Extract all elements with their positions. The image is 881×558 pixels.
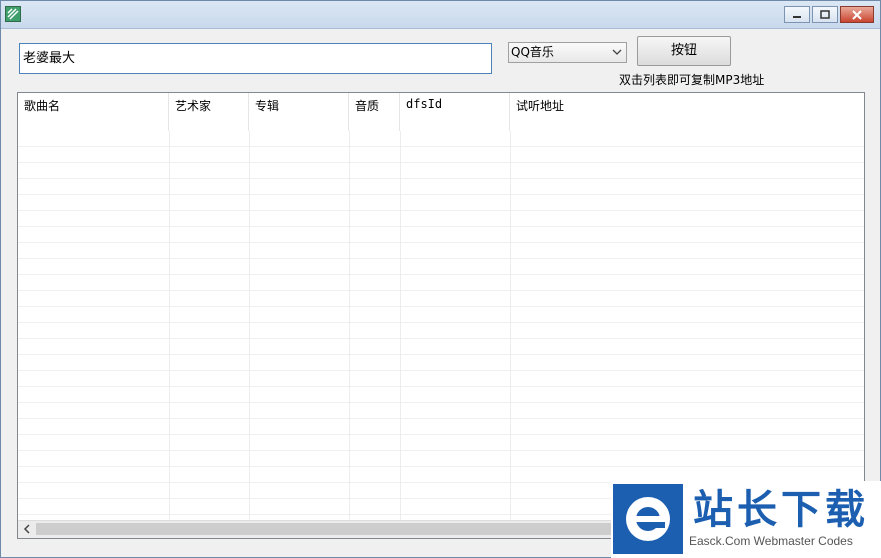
empty-row: [18, 131, 864, 147]
title-bar[interactable]: [1, 1, 880, 29]
empty-row: [18, 211, 864, 227]
empty-row: [18, 419, 864, 435]
empty-row: [18, 163, 864, 179]
watermark-logo: [613, 484, 683, 554]
column-divider: [510, 131, 511, 521]
column-divider: [400, 131, 401, 521]
hint-text: 双击列表即可复制MP3地址: [619, 73, 765, 87]
empty-row: [18, 403, 864, 419]
maximize-icon[interactable]: [812, 6, 838, 23]
column-header-song-name[interactable]: 歌曲名: [18, 93, 169, 131]
column-divider: [169, 131, 170, 521]
action-button[interactable]: 按钮: [637, 36, 731, 66]
empty-row: [18, 243, 864, 259]
window-controls: [782, 6, 874, 24]
empty-row: [18, 275, 864, 291]
minimize-icon[interactable]: [784, 6, 810, 23]
empty-row: [18, 195, 864, 211]
column-divider: [249, 131, 250, 521]
list-header: 歌曲名 艺术家 专辑 音质 dfsId 试听地址: [18, 93, 864, 131]
column-header-album[interactable]: 专辑: [249, 93, 349, 131]
source-select[interactable]: QQ音乐: [508, 42, 627, 63]
song-list[interactable]: 歌曲名 艺术家 专辑 音质 dfsId 试听地址: [17, 92, 865, 539]
column-header-artist[interactable]: 艺术家: [169, 93, 249, 131]
scrollbar-thumb[interactable]: [36, 523, 636, 535]
app-window: 老婆最大 QQ音乐 按钮 双击列表即可复制MP3地址 歌曲名 艺术家 专辑 音质…: [0, 0, 881, 558]
empty-row: [18, 147, 864, 163]
watermark-title: 站长下载: [693, 487, 869, 533]
empty-row: [18, 227, 864, 243]
source-select-value: QQ音乐: [511, 45, 554, 59]
search-input[interactable]: 老婆最大: [19, 43, 492, 74]
empty-row: [18, 451, 864, 467]
column-divider: [349, 131, 350, 521]
close-icon[interactable]: [840, 6, 874, 23]
list-rows: [18, 131, 864, 521]
app-icon: [5, 6, 21, 22]
column-header-preview-url[interactable]: 试听地址: [510, 93, 864, 131]
scroll-left-icon[interactable]: [21, 523, 33, 535]
empty-row: [18, 179, 864, 195]
empty-row: [18, 355, 864, 371]
empty-row: [18, 435, 864, 451]
watermark: 站长下载 Easck.Com Webmaster Codes: [611, 481, 881, 558]
empty-row: [18, 339, 864, 355]
empty-row: [18, 323, 864, 339]
empty-row: [18, 259, 864, 275]
watermark-subtitle: Easck.Com Webmaster Codes: [689, 534, 853, 548]
empty-row: [18, 307, 864, 323]
empty-row: [18, 291, 864, 307]
chevron-down-icon: [612, 49, 622, 55]
empty-row: [18, 387, 864, 403]
empty-row: [18, 371, 864, 387]
column-header-quality[interactable]: 音质: [349, 93, 400, 131]
column-header-dfsid[interactable]: dfsId: [400, 93, 510, 131]
